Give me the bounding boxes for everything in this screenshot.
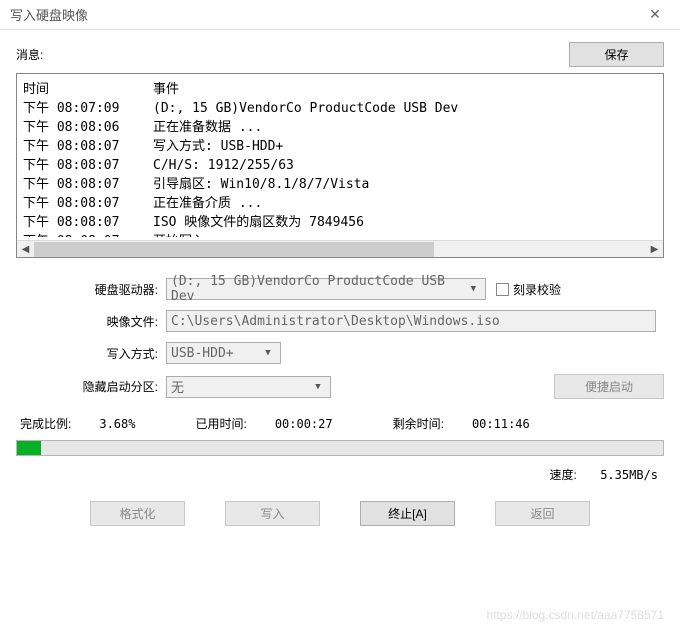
log-row: 下午 08:08:07开始写入 ... [23,232,657,237]
close-icon[interactable]: ✕ [640,6,670,23]
log-time: 下午 08:08:06 [23,118,153,137]
abort-button[interactable]: 终止[A] [360,501,455,526]
image-file-label: 映像文件: [16,313,166,330]
chevron-down-icon: ▼ [466,284,481,294]
log-time: 下午 08:08:07 [23,194,153,213]
log-event: 正在准备数据 ... [153,118,657,137]
log-row: 下午 08:08:06正在准备数据 ... [23,118,657,137]
log-event: C/H/S: 1912/255/63 [153,156,657,175]
scroll-thumb[interactable] [34,242,434,257]
write-method-label: 写入方式: [16,345,166,362]
image-file-row: 映像文件: C:\Users\Administrator\Desktop\Win… [16,310,664,332]
log-event: (D:, 15 GB)VendorCo ProductCode USB Dev [153,99,657,118]
scroll-right-icon[interactable]: ▶ [646,241,663,258]
scroll-track[interactable] [34,241,646,258]
stats-row: 完成比例: 3.68% 已用时间: 00:00:27 剩余时间: 00:11:4… [16,415,664,432]
window-title: 写入硬盘映像 [10,5,88,24]
hide-boot-label: 隐藏启动分区: [16,378,166,395]
log-time: 下午 08:08:07 [23,213,153,232]
remaining-time-value: 00:11:46 [472,417,530,431]
log-event: 正在准备介质 ... [153,194,657,213]
log-time: 下午 08:08:07 [23,156,153,175]
back-button: 返回 [495,501,590,526]
hide-boot-combo[interactable]: 无 ▼ [166,376,331,398]
log-body: 下午 08:07:09(D:, 15 GB)VendorCo ProductCo… [17,99,663,237]
log-row: 下午 08:08:07C/H/S: 1912/255/63 [23,156,657,175]
complete-ratio-label: 完成比例: [20,415,71,432]
log-event: 引导扇区: Win10/8.1/8/7/Vista [153,175,657,194]
log-event: 开始写入 ... [153,232,657,237]
verify-label: 刻录校验 [513,281,561,298]
message-label: 消息: [16,46,43,63]
col-time-header: 时间 [23,78,153,97]
log-event: 写入方式: USB-HDD+ [153,137,657,156]
message-row: 消息: 保存 [16,42,664,67]
title-bar: 写入硬盘映像 ✕ [0,0,680,30]
quick-boot-button: 便捷启动 [554,374,664,399]
log-row: 下午 08:08:07ISO 映像文件的扇区数为 7849456 [23,213,657,232]
chevron-down-icon: ▼ [260,348,276,358]
speed-label: 速度: [550,468,577,482]
write-method-row: 写入方式: USB-HDD+ ▼ [16,342,664,364]
log-header: 时间 事件 [17,74,663,99]
progress-bar [16,440,664,456]
elapsed-time-label: 已用时间: [195,415,246,432]
disk-drive-label: 硬盘驱动器: [16,281,166,298]
log-event: ISO 映像文件的扇区数为 7849456 [153,213,657,232]
action-row: 格式化 写入 终止[A] 返回 [16,501,664,526]
hide-boot-value: 无 [171,377,184,396]
log-box: 时间 事件 下午 08:07:09(D:, 15 GB)VendorCo Pro… [16,73,664,258]
elapsed-time-value: 00:00:27 [275,417,333,431]
image-file-field[interactable]: C:\Users\Administrator\Desktop\Windows.i… [166,310,656,332]
speed-row: 速度: 5.35MB/s [16,466,664,483]
chevron-down-icon: ▼ [310,382,326,392]
disk-drive-row: 硬盘驱动器: (D:, 15 GB)VendorCo ProductCode U… [16,278,664,300]
log-row: 下午 08:08:07引导扇区: Win10/8.1/8/7/Vista [23,175,657,194]
log-row: 下午 08:08:07正在准备介质 ... [23,194,657,213]
format-button: 格式化 [90,501,185,526]
log-time: 下午 08:07:09 [23,99,153,118]
log-time: 下午 08:08:07 [23,232,153,237]
remaining-time-label: 剩余时间: [393,415,444,432]
log-time: 下午 08:08:07 [23,137,153,156]
log-time: 下午 08:08:07 [23,175,153,194]
progress-fill [17,441,41,455]
write-method-value: USB-HDD+ [171,346,234,361]
content-area: 消息: 保存 时间 事件 下午 08:07:09(D:, 15 GB)Vendo… [0,30,680,538]
complete-ratio-value: 3.68% [99,417,135,431]
h-scrollbar[interactable]: ◀ ▶ [17,240,663,257]
write-button: 写入 [225,501,320,526]
scroll-left-icon[interactable]: ◀ [17,241,34,258]
image-file-value: C:\Users\Administrator\Desktop\Windows.i… [171,314,500,329]
log-row: 下午 08:07:09(D:, 15 GB)VendorCo ProductCo… [23,99,657,118]
checkbox-box[interactable] [496,283,509,296]
disk-drive-combo[interactable]: (D:, 15 GB)VendorCo ProductCode USB Dev … [166,278,486,300]
speed-value: 5.35MB/s [600,468,658,482]
form-area: 硬盘驱动器: (D:, 15 GB)VendorCo ProductCode U… [16,278,664,399]
log-row: 下午 08:08:07写入方式: USB-HDD+ [23,137,657,156]
disk-drive-value: (D:, 15 GB)VendorCo ProductCode USB Dev [171,274,466,304]
hide-boot-row: 隐藏启动分区: 无 ▼ 便捷启动 [16,374,664,399]
write-method-combo[interactable]: USB-HDD+ ▼ [166,342,281,364]
save-button[interactable]: 保存 [569,42,664,67]
verify-checkbox[interactable]: 刻录校验 [496,281,561,298]
col-event-header: 事件 [153,78,657,97]
watermark: https://blog.csdn.net/aaa7758571 [487,608,664,622]
